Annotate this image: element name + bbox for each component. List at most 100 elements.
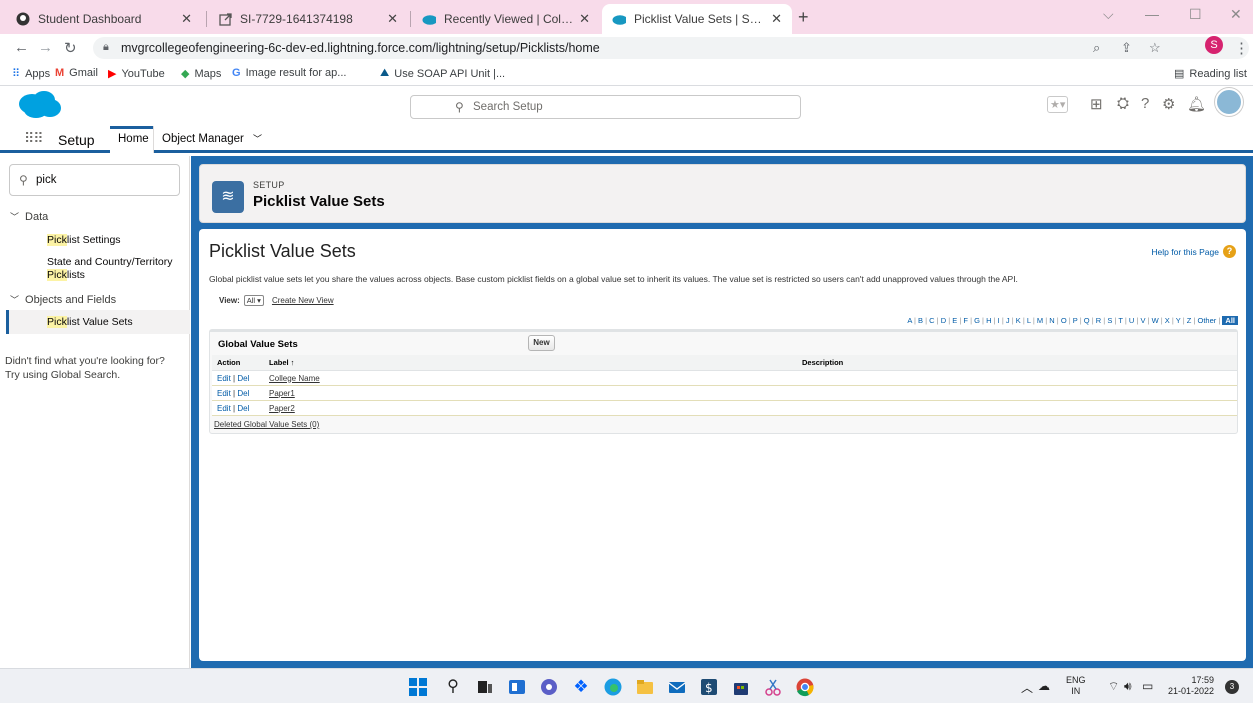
windows-start-icon[interactable] bbox=[408, 677, 428, 697]
wifi-icon[interactable]: ⌔ bbox=[1108, 679, 1119, 694]
deleted-value-sets-link[interactable]: Deleted Global Value Sets (0) bbox=[214, 420, 319, 429]
tab-search-icon[interactable]: ⌵ bbox=[1103, 6, 1114, 23]
bookmark-apps[interactable]: ⠿ Apps bbox=[12, 67, 50, 81]
volume-icon[interactable]: 🔊︎ bbox=[1124, 679, 1132, 694]
snipping-tool-icon[interactable] bbox=[763, 677, 783, 697]
lock-icon[interactable]: 🔒︎ bbox=[103, 41, 109, 54]
browser-tab-student-dashboard[interactable]: Student Dashboard ✕ bbox=[6, 4, 202, 34]
bookmark-maps[interactable]: ◆ Maps bbox=[181, 67, 222, 81]
highlight-match: Pick bbox=[47, 269, 67, 281]
del-link[interactable]: Del bbox=[237, 404, 249, 413]
table-header-row: Action Label ↑ Description bbox=[212, 355, 1237, 371]
item-label: State and Country/Territory bbox=[47, 256, 173, 268]
browser-tab-si[interactable]: SI-7729-1641374198 ✕ bbox=[208, 4, 408, 34]
teams-chat-icon[interactable] bbox=[539, 677, 559, 697]
share-icon[interactable]: ⇪ bbox=[1121, 40, 1132, 56]
value-set-link[interactable]: Paper1 bbox=[269, 389, 295, 398]
close-window-icon[interactable]: ✕ bbox=[1230, 6, 1242, 23]
salesforce-header: ⚲ Search Setup ★▾ ⊞ ⛭ ? ⚙ 🔔︎ bbox=[0, 86, 1253, 126]
value-set-link[interactable]: College Name bbox=[269, 374, 320, 383]
bookmarks-bar: ⠿ Apps M Gmail ▶ YouTube ◆ Maps G Image resul… bbox=[0, 62, 1253, 86]
file-explorer-icon[interactable] bbox=[635, 677, 655, 697]
task-view-icon[interactable] bbox=[475, 677, 495, 697]
close-tab-icon[interactable]: ✕ bbox=[387, 11, 398, 27]
trailhead-guidance-icon[interactable]: ⛭ bbox=[1117, 95, 1129, 112]
salesforce-logo[interactable] bbox=[16, 90, 62, 120]
search-icon[interactable]: ⚲ bbox=[443, 677, 463, 697]
del-link[interactable]: Del bbox=[237, 389, 249, 398]
store-icon[interactable] bbox=[731, 677, 751, 697]
section-label: Data bbox=[25, 211, 49, 223]
url-field[interactable]: 🔒︎ mvgrcollegeofengineering-6c-dev-ed.li… bbox=[93, 37, 1249, 59]
tab-home[interactable]: Home bbox=[110, 126, 153, 153]
user-avatar[interactable] bbox=[1215, 88, 1243, 116]
forward-icon[interactable]: → bbox=[38, 39, 53, 56]
tab-object-manager[interactable]: Object Manager ﹀ bbox=[153, 126, 270, 153]
help-icon[interactable]: ? bbox=[1141, 95, 1149, 112]
column-header-label[interactable]: Label ↑ bbox=[264, 355, 797, 371]
edit-link[interactable]: Edit bbox=[217, 374, 231, 383]
mail-icon[interactable] bbox=[667, 677, 687, 697]
minimize-icon[interactable]: — bbox=[1145, 6, 1159, 22]
sublime-icon[interactable]: $ bbox=[699, 677, 719, 697]
browser-menu-icon[interactable]: ⋮ bbox=[1234, 39, 1249, 57]
edit-link[interactable]: Edit bbox=[217, 389, 231, 398]
bookmark-label: Maps bbox=[194, 67, 222, 80]
chrome-icon[interactable] bbox=[795, 677, 815, 697]
favorites-icon[interactable]: ★▾ bbox=[1047, 96, 1069, 113]
quick-find-value: pick bbox=[36, 174, 57, 186]
close-tab-icon[interactable]: ✕ bbox=[579, 11, 590, 27]
back-icon[interactable]: ← bbox=[14, 39, 29, 56]
value-set-link[interactable]: Paper2 bbox=[269, 404, 295, 413]
notification-badge[interactable]: 3 bbox=[1225, 680, 1239, 694]
tree-item-picklist-value-sets[interactable]: Picklist Value Sets bbox=[47, 316, 133, 329]
bookmark-star-icon[interactable]: ☆ bbox=[1149, 40, 1161, 56]
tree-section-data[interactable]: ﹀ Data bbox=[10, 210, 48, 223]
help-question-icon: ? bbox=[1223, 245, 1236, 258]
battery-icon[interactable]: ▭ bbox=[1142, 679, 1153, 693]
alphabet-letter-other[interactable]: Other bbox=[1198, 316, 1217, 325]
browser-tab-colleges[interactable]: Recently Viewed | Colleges | Sale ✕ bbox=[412, 4, 600, 34]
sidebar-help-text: Didn't find what you're looking for? Try… bbox=[5, 354, 165, 382]
view-select[interactable]: All ▾ bbox=[243, 295, 264, 306]
tree-item-state-country-picklists[interactable]: State and Country/Territory Picklists bbox=[47, 256, 172, 282]
new-tab-icon[interactable]: + bbox=[798, 7, 809, 28]
alphabet-all[interactable]: All bbox=[1222, 316, 1238, 325]
tree-section-objects-fields[interactable]: ﹀ Objects and Fields bbox=[10, 293, 116, 306]
maximize-icon[interactable]: ☐ bbox=[1189, 6, 1202, 23]
notifications-bell-icon[interactable]: 🔔︎ bbox=[1187, 95, 1206, 113]
alphabet-letter-w[interactable]: W bbox=[1152, 316, 1159, 325]
reload-icon[interactable]: ↻ bbox=[64, 39, 77, 57]
edit-link[interactable]: Edit bbox=[217, 404, 231, 413]
page-header: ≋ SETUP Picklist Value Sets bbox=[199, 164, 1246, 223]
language-indicator[interactable]: ENG IN bbox=[1066, 675, 1086, 697]
close-tab-icon[interactable]: ✕ bbox=[771, 11, 782, 27]
tree-item-picklist-settings[interactable]: Picklist Settings bbox=[47, 234, 121, 247]
dropbox-icon[interactable]: ❖ bbox=[571, 677, 591, 697]
clock[interactable]: 17:59 21-01-2022 bbox=[1168, 675, 1214, 697]
onedrive-cloud-icon[interactable]: ☁ bbox=[1038, 679, 1050, 693]
section-label: Objects and Fields bbox=[25, 294, 117, 306]
setup-search-input[interactable]: ⚲ Search Setup bbox=[410, 95, 801, 119]
bookmark-image-result[interactable]: G Image result for ap... bbox=[232, 67, 346, 79]
create-new-view-link[interactable]: Create New View bbox=[272, 296, 334, 305]
close-tab-icon[interactable]: ✕ bbox=[181, 11, 192, 27]
help-for-page-link[interactable]: Help for this Page ? bbox=[1151, 245, 1236, 258]
show-hidden-icons-icon[interactable]: ︿ bbox=[1021, 679, 1033, 696]
widgets-icon[interactable] bbox=[507, 677, 527, 697]
help-link-label: Help for this Page bbox=[1151, 246, 1219, 257]
profile-avatar[interactable]: S bbox=[1205, 36, 1223, 54]
bookmark-gmail[interactable]: M Gmail bbox=[55, 67, 98, 79]
zoom-icon[interactable]: ⌕ bbox=[1093, 40, 1100, 56]
reading-list[interactable]: ▤ Reading list bbox=[1174, 67, 1247, 81]
bookmark-soap-api[interactable]: ⛰ Use SOAP API Unit |... bbox=[380, 67, 505, 80]
setup-gear-icon[interactable]: ⚙ bbox=[1162, 95, 1175, 113]
global-actions-icon[interactable]: ⊞ bbox=[1090, 95, 1103, 113]
edge-icon[interactable] bbox=[603, 677, 623, 697]
new-button[interactable]: New bbox=[528, 335, 555, 351]
del-link[interactable]: Del bbox=[237, 374, 249, 383]
browser-tab-picklist-active[interactable]: Picklist Value Sets | Salesforce ✕ bbox=[602, 4, 792, 34]
app-launcher-icon[interactable]: ⠿⠿ bbox=[24, 130, 43, 147]
bookmark-youtube[interactable]: ▶ YouTube bbox=[108, 67, 165, 81]
quick-find-input[interactable]: ⚲ pick bbox=[9, 164, 180, 196]
